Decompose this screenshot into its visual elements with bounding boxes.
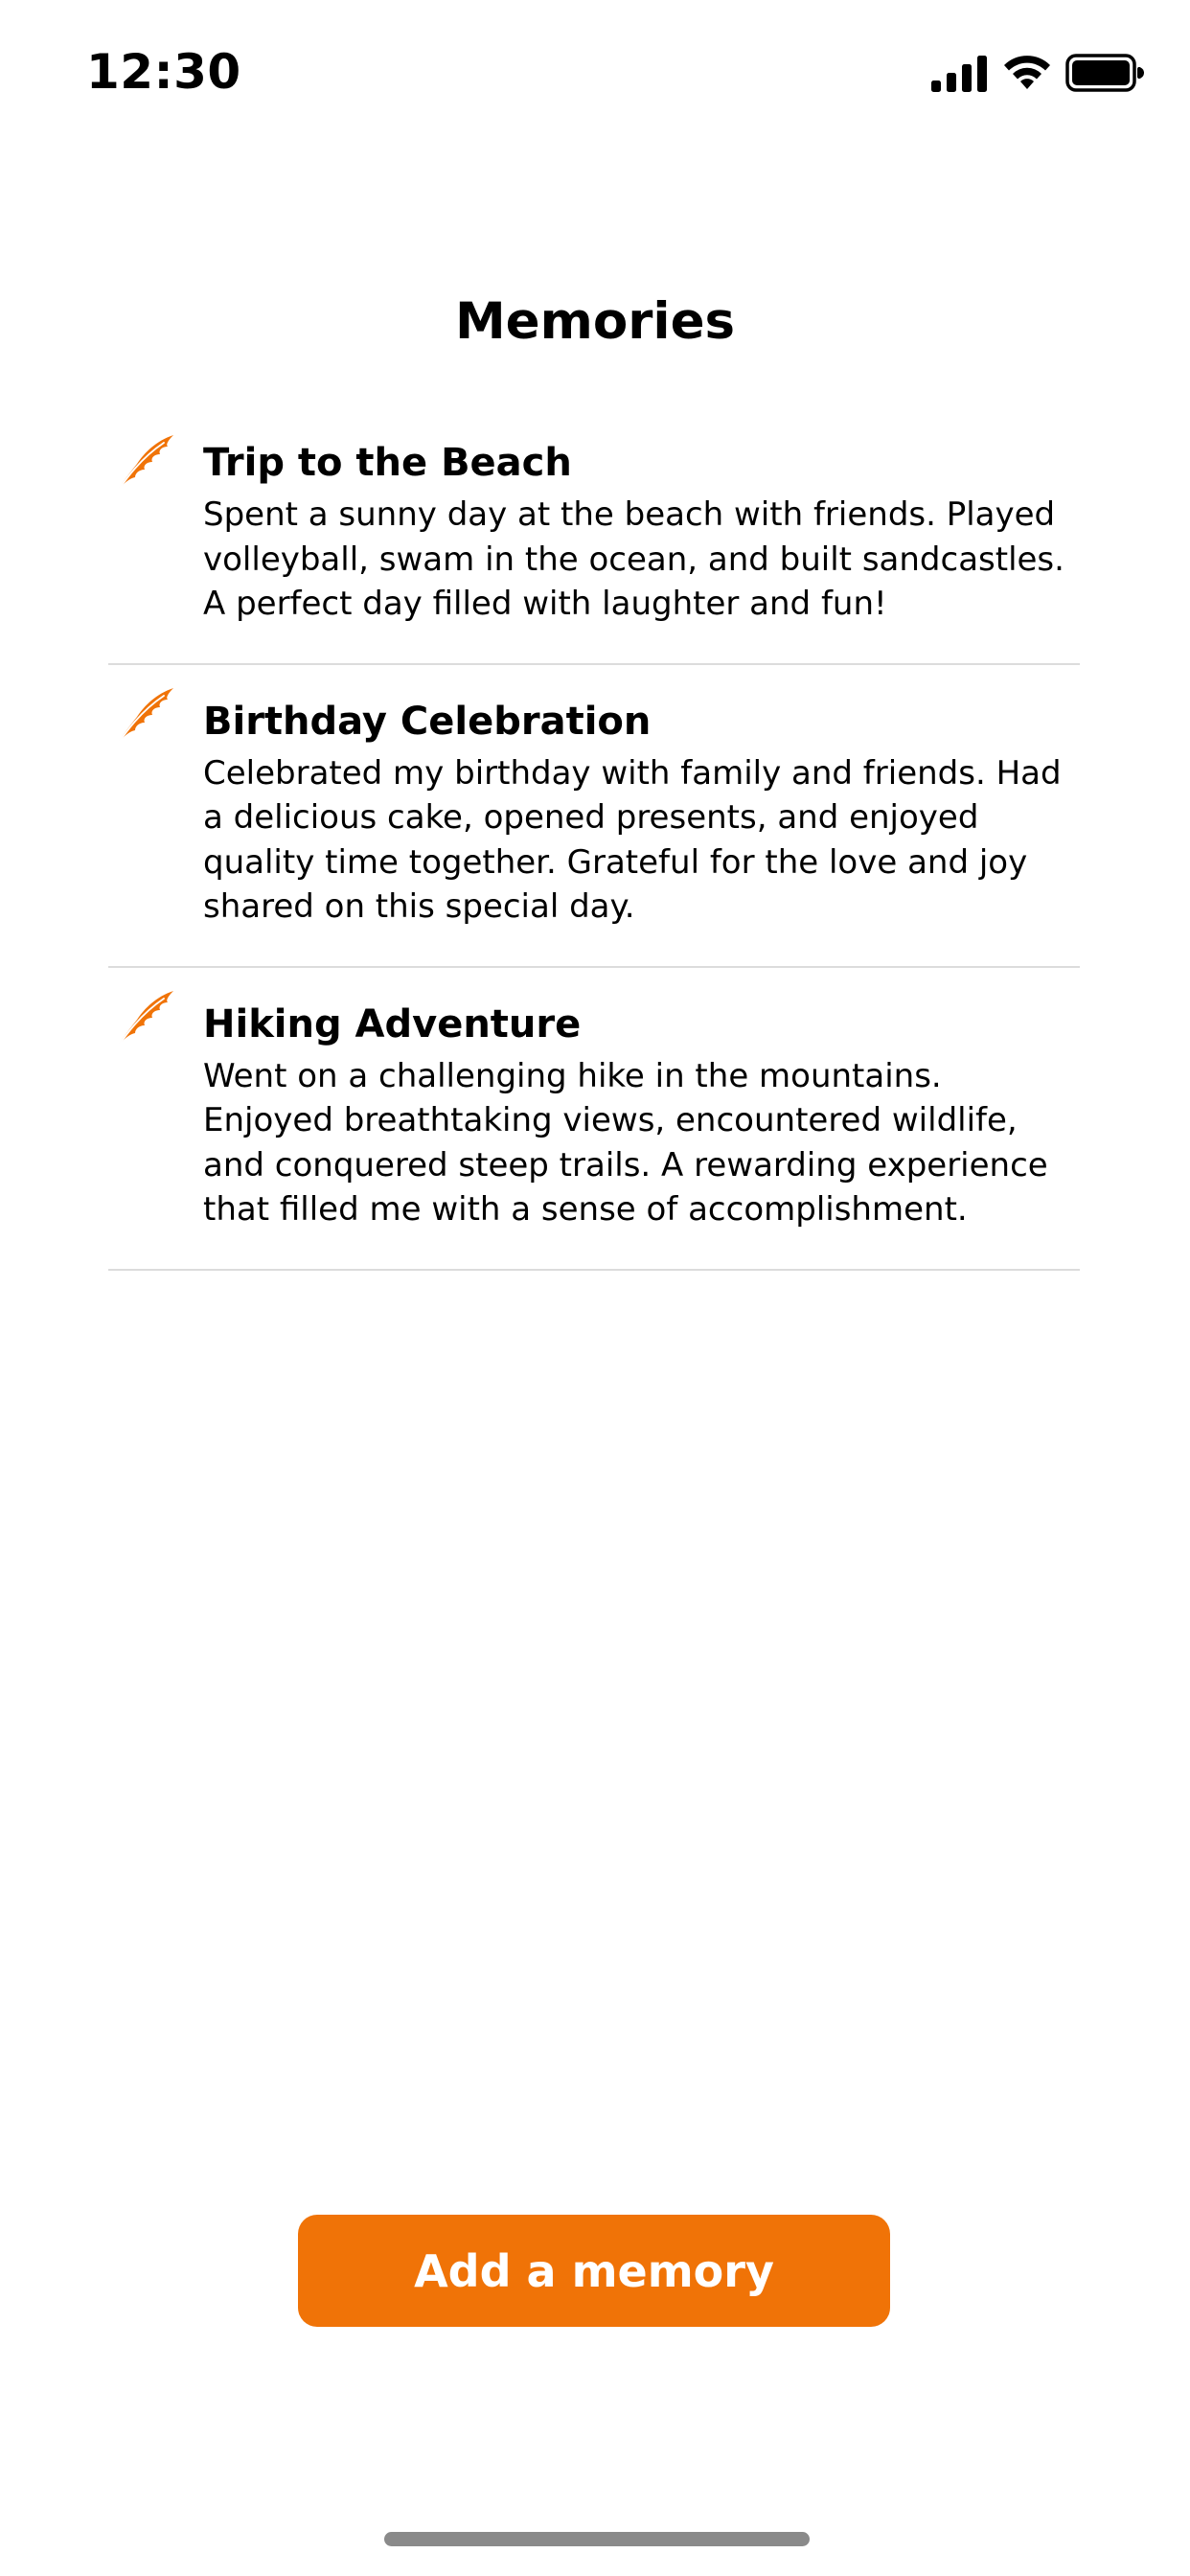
memory-item[interactable]: Birthday Celebration Celebrated my birth…: [108, 665, 1080, 968]
memory-list: Trip to the Beach Spent a sunny day at t…: [108, 412, 1080, 1271]
memory-text: Birthday Celebration Celebrated my birth…: [203, 694, 1080, 930]
memory-description: Celebrated my birthday with family and f…: [203, 753, 1062, 927]
status-bar: 12:30: [0, 0, 1190, 144]
memory-title: Trip to the Beach: [203, 441, 572, 485]
page-title: Memories: [454, 292, 736, 351]
memory-text: Trip to the Beach Spent a sunny day at t…: [203, 435, 1080, 627]
feather-icon: [113, 435, 173, 497]
battery-icon: [1065, 54, 1144, 92]
memory-title: Hiking Adventure: [203, 1001, 582, 1046]
add-memory-button[interactable]: Add a memory: [298, 2215, 890, 2327]
feather-icon: [113, 687, 173, 750]
memory-item[interactable]: Trip to the Beach Spent a sunny day at t…: [108, 412, 1080, 665]
memory-title: Birthday Celebration: [203, 699, 652, 744]
memory-item[interactable]: Hiking Adventure Went on a challenging h…: [108, 968, 1080, 1271]
status-time: 12:30: [86, 44, 241, 100]
memory-description: Went on a challenging hike in the mounta…: [203, 1056, 1048, 1230]
memory-description: Spent a sunny day at the beach with frie…: [203, 495, 1064, 623]
feather-icon: [113, 990, 173, 1053]
memory-text: Hiking Adventure Went on a challenging h…: [203, 997, 1080, 1232]
cellular-signal-icon: [931, 56, 987, 92]
home-indicator[interactable]: [384, 2532, 810, 2546]
wifi-icon: [1004, 56, 1050, 89]
